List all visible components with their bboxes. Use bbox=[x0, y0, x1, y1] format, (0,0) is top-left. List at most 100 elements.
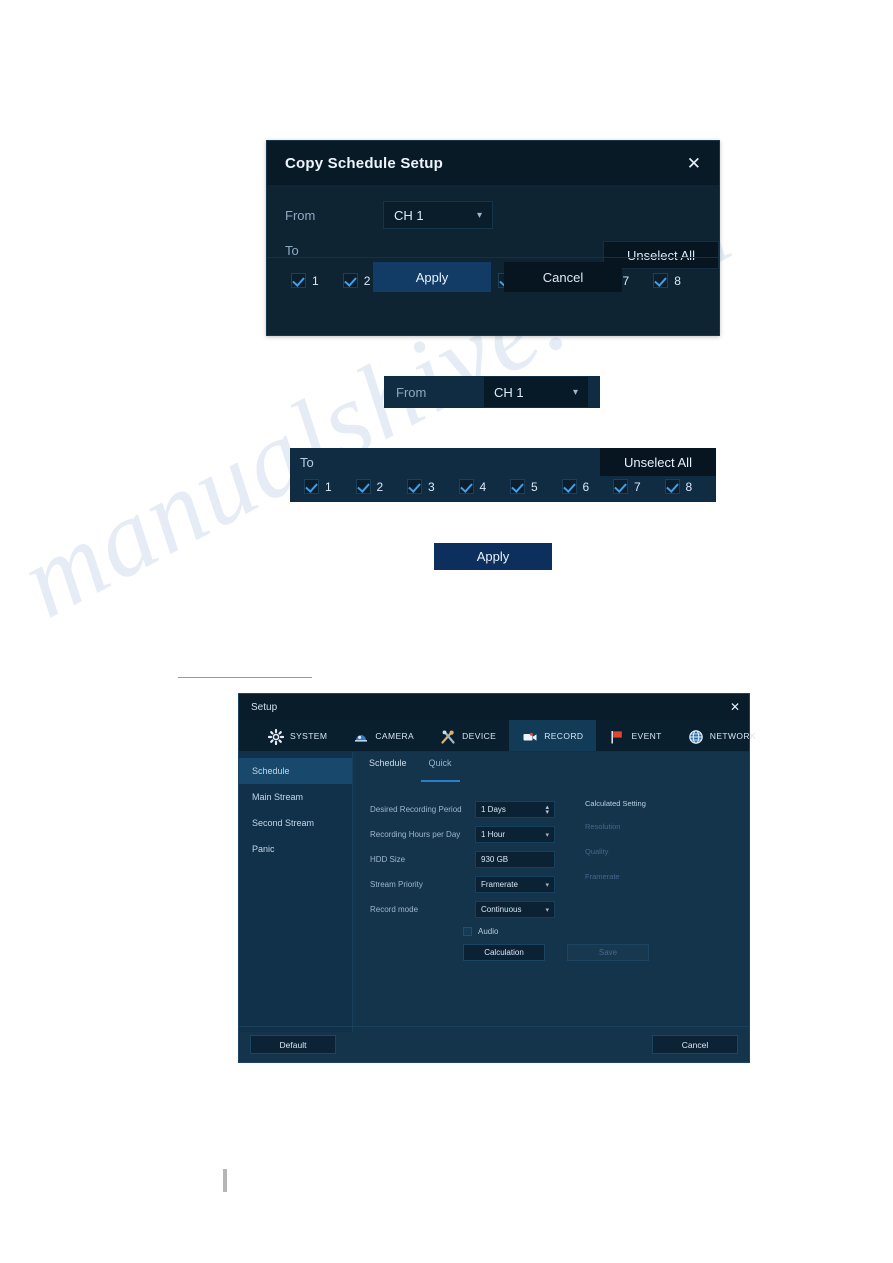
form-row: Desired Recording Period 1 Days ▴ ▾ bbox=[370, 798, 562, 821]
dialog-body: From CH 1 ▾ To Unselect All 12345678 App… bbox=[267, 185, 719, 295]
apply-button-callout[interactable]: Apply bbox=[434, 543, 552, 570]
channel-number-label: 8 bbox=[685, 479, 693, 494]
tools-icon bbox=[440, 729, 456, 744]
sidebar-item-schedule[interactable]: Schedule bbox=[239, 758, 352, 784]
from-callout-select[interactable]: CH 1 ▾ bbox=[484, 377, 588, 407]
field-label: HDD Size bbox=[370, 855, 406, 864]
field-value: Framerate bbox=[481, 880, 518, 889]
field-desired-recording-period[interactable]: 1 Days ▴ ▾ bbox=[475, 801, 555, 818]
sub-tab-quick[interactable]: Quick bbox=[420, 758, 460, 782]
field-value: 1 Hour bbox=[481, 830, 506, 839]
from-label: From bbox=[285, 207, 316, 223]
from-row-callout: From CH 1 ▾ bbox=[384, 376, 600, 408]
tab-network[interactable]: NETWORK bbox=[675, 720, 769, 751]
chevron-down-icon: ▾ bbox=[545, 831, 549, 839]
from-callout-label: From bbox=[396, 384, 427, 400]
channel-checkbox-item[interactable]: 8 bbox=[664, 479, 717, 494]
checkbox-checked-icon[interactable] bbox=[561, 479, 577, 494]
channel-checkbox-item[interactable]: 5 bbox=[510, 479, 562, 494]
field-label: Stream Priority bbox=[370, 880, 423, 889]
calculated-quality: Quality bbox=[585, 847, 609, 856]
cancel-button[interactable]: Cancel bbox=[504, 262, 622, 292]
sub-tab-bar: Schedule Quick bbox=[353, 758, 749, 782]
setup-dialog: Setup ✕ SYSTEM CAMERA DEVICE RECORD EVENT NET… bbox=[238, 693, 756, 1063]
checkbox-checked-icon[interactable] bbox=[613, 479, 628, 494]
channel-number-label: 7 bbox=[634, 479, 641, 494]
sub-tab-schedule[interactable]: Schedule bbox=[369, 758, 407, 782]
to-label: To bbox=[285, 243, 299, 258]
channel-checkbox-item[interactable]: 7 bbox=[613, 479, 665, 494]
from-channel-select[interactable]: CH 1 ▾ bbox=[383, 201, 493, 229]
checkbox-checked-icon[interactable] bbox=[355, 479, 371, 494]
field-value: 1 Days bbox=[481, 805, 506, 814]
tab-label: SYSTEM bbox=[290, 730, 328, 741]
calculated-framerate: Framerate bbox=[585, 872, 620, 881]
channel-checkbox-row-callout: 1 2 3 4 5 6 7 8 bbox=[290, 476, 716, 494]
tab-device[interactable]: DEVICE bbox=[427, 720, 509, 751]
form-row: Recording Hours per Day 1 Hour ▾ bbox=[370, 823, 562, 846]
default-button[interactable]: Default bbox=[250, 1035, 336, 1054]
from-callout-value: CH 1 bbox=[494, 384, 524, 400]
channel-checkbox-item[interactable]: 4 bbox=[458, 479, 511, 494]
tab-event[interactable]: EVENT bbox=[596, 720, 674, 751]
channel-checkbox-item[interactable]: 6 bbox=[561, 479, 614, 494]
copy-schedule-setup-dialog: Copy Schedule Setup ✕ From CH 1 ▾ To Uns… bbox=[266, 140, 720, 336]
field-recording-hours-per-day[interactable]: 1 Hour ▾ bbox=[475, 826, 555, 843]
calculated-setting-panel: Calculated Setting Resolution Quality Fram… bbox=[562, 798, 646, 921]
channel-checkbox-item[interactable]: 3 bbox=[407, 479, 459, 494]
dialog-titlebar: Copy Schedule Setup ✕ bbox=[267, 141, 719, 185]
audio-row: Audio bbox=[353, 921, 749, 936]
tab-label: RECORD bbox=[544, 730, 584, 741]
close-icon[interactable]: ✕ bbox=[730, 701, 740, 713]
tab-camera[interactable]: CAMERA bbox=[340, 720, 427, 751]
field-record-mode[interactable]: Continuous ▾ bbox=[475, 901, 555, 918]
calculated-setting-rows: Resolution Quality Framerate bbox=[585, 822, 646, 881]
setup-cancel-button[interactable]: Cancel bbox=[652, 1035, 738, 1054]
checkbox-checked-icon[interactable] bbox=[407, 479, 422, 494]
dialog-footer: Apply Cancel bbox=[267, 257, 719, 295]
document-page: manualshive.com Copy Schedule Setup ✕ Fr… bbox=[0, 0, 893, 1263]
globe-icon bbox=[688, 729, 704, 744]
channel-number-label: 3 bbox=[428, 479, 435, 494]
close-icon[interactable]: ✕ bbox=[687, 155, 701, 172]
sidebar-item-second-stream[interactable]: Second Stream bbox=[239, 810, 352, 836]
chevron-down-icon: ▾ bbox=[572, 386, 578, 398]
tab-label: NETWORK bbox=[709, 730, 757, 741]
calculation-button[interactable]: Calculation bbox=[463, 944, 545, 961]
page-margin-tick bbox=[223, 1169, 227, 1192]
audio-label: Audio bbox=[478, 927, 499, 936]
checkbox-checked-icon[interactable] bbox=[304, 479, 319, 494]
tab-system[interactable]: SYSTEM bbox=[255, 720, 340, 751]
chevron-down-icon: ▾ bbox=[545, 906, 549, 914]
horizontal-rule bbox=[178, 677, 312, 678]
to-callout-header: To Unselect All bbox=[290, 448, 716, 476]
calculated-resolution: Resolution bbox=[585, 822, 621, 831]
save-button[interactable]: Save bbox=[567, 944, 649, 961]
gear-icon bbox=[267, 728, 285, 746]
setup-title: Setup bbox=[251, 701, 278, 713]
channel-number-label: 6 bbox=[582, 479, 590, 494]
tab-record[interactable]: RECORD bbox=[509, 720, 597, 751]
tab-label: EVENT bbox=[631, 730, 662, 741]
sidebar-item-main-stream[interactable]: Main Stream bbox=[239, 784, 352, 810]
setup-sidebar: Schedule Main Stream Second Stream Panic bbox=[239, 752, 353, 1032]
channel-number-label: 1 bbox=[325, 479, 332, 494]
channel-checkbox-item[interactable]: 1 bbox=[304, 479, 356, 494]
sidebar-item-panic[interactable]: Panic bbox=[239, 836, 352, 862]
checkbox-checked-icon[interactable] bbox=[510, 479, 525, 494]
channel-number-label: 2 bbox=[376, 479, 384, 494]
checkbox-checked-icon[interactable] bbox=[664, 479, 680, 494]
checkbox-checked-icon[interactable] bbox=[458, 479, 474, 494]
form-row: HDD Size 930 GB bbox=[370, 848, 562, 871]
audio-checkbox[interactable] bbox=[463, 927, 472, 936]
apply-button[interactable]: Apply bbox=[373, 262, 491, 292]
unselect-all-button-callout[interactable]: Unselect All bbox=[600, 448, 716, 476]
form-fields: Desired Recording Period 1 Days ▴ ▾ Recordin… bbox=[370, 798, 562, 921]
field-stream-priority[interactable]: Framerate ▾ bbox=[475, 876, 555, 893]
channel-checkbox-item[interactable]: 2 bbox=[355, 479, 408, 494]
field-value: Continuous bbox=[481, 905, 522, 914]
camcorder-icon bbox=[522, 729, 538, 742]
from-channel-value: CH 1 bbox=[394, 207, 424, 223]
dome-camera-icon bbox=[353, 729, 369, 742]
spinner-icon[interactable]: ▴ ▾ bbox=[545, 804, 549, 816]
